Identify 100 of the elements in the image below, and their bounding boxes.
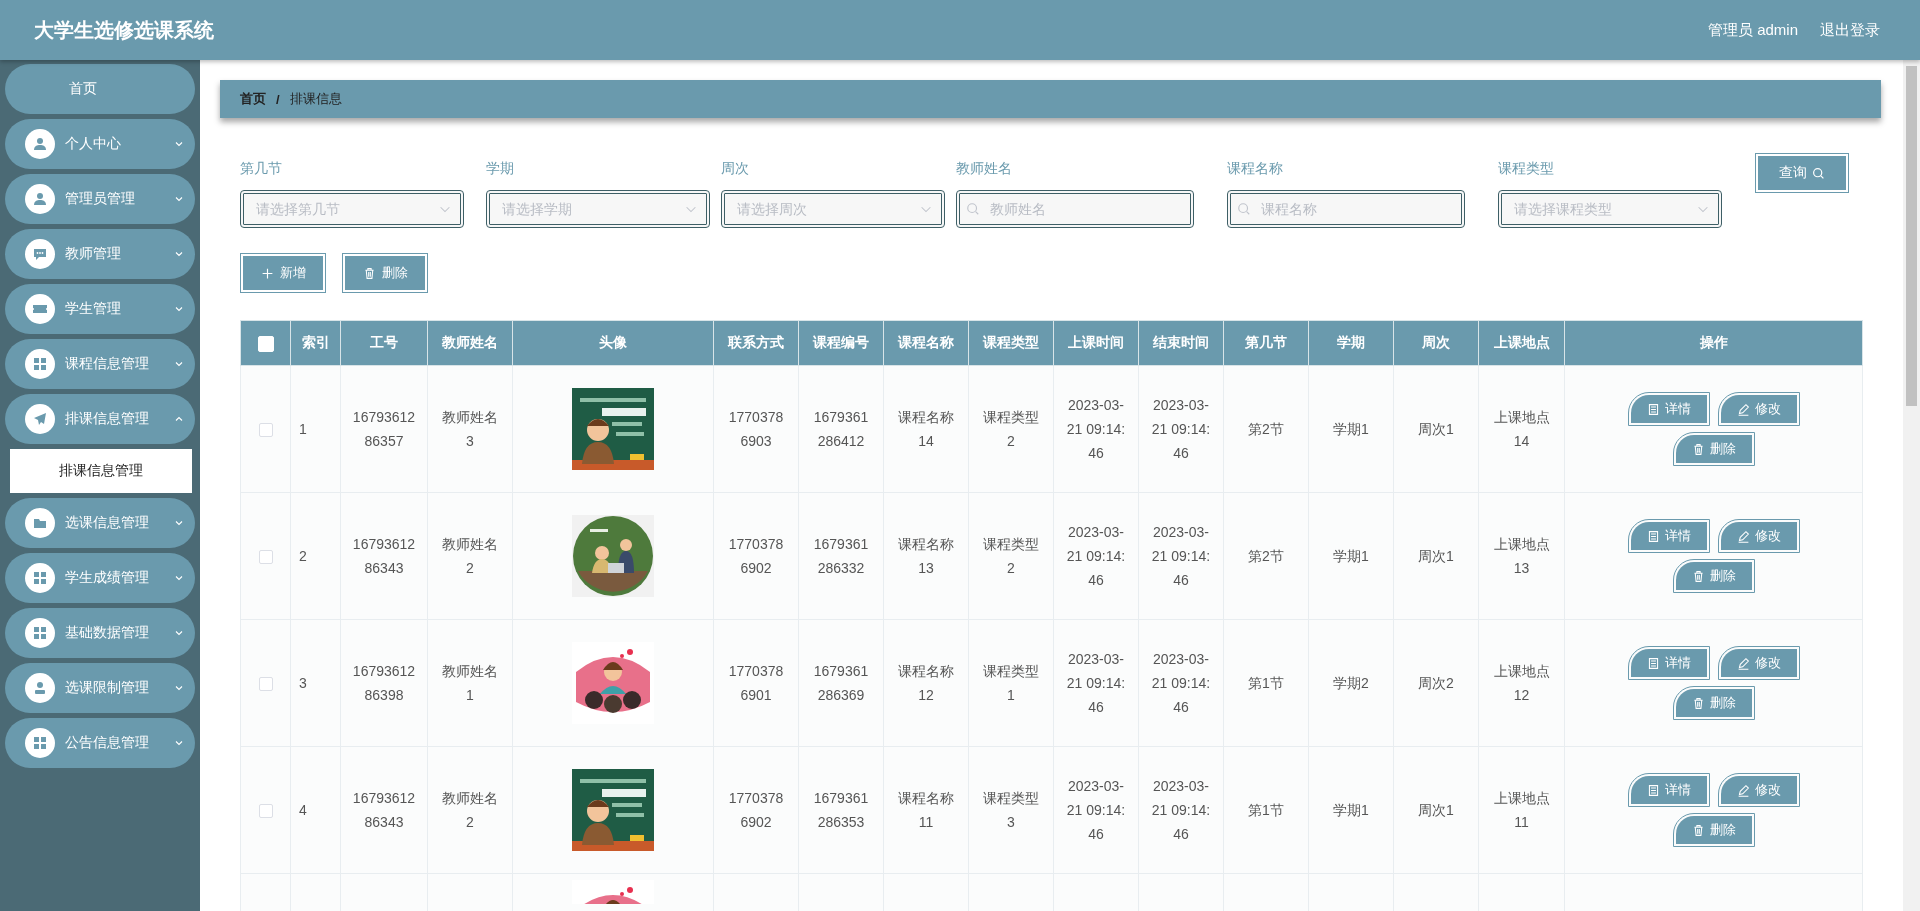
grid-icon bbox=[32, 735, 48, 751]
table-cell: 课程名称12 bbox=[883, 619, 969, 747]
table-cell: 学期2 bbox=[1308, 619, 1394, 747]
sidebar-item[interactable]: 个人中心 bbox=[5, 119, 195, 169]
table-cell: 教师姓名1 bbox=[427, 619, 513, 747]
column-header: 周次 bbox=[1393, 320, 1479, 366]
user-label: 管理员 admin bbox=[1707, 20, 1798, 40]
select-all-checkbox[interactable] bbox=[257, 335, 274, 352]
grid-icon bbox=[32, 625, 48, 641]
select-field[interactable]: 请选择第几节 bbox=[240, 190, 464, 228]
grid-icon bbox=[32, 570, 48, 586]
search-icon bbox=[1812, 166, 1825, 180]
table-cell: 课程类型2 bbox=[968, 365, 1054, 493]
table-cell: 课程名称14 bbox=[883, 365, 969, 493]
table-cell: 学期1 bbox=[1308, 365, 1394, 493]
search-icon bbox=[1237, 202, 1251, 216]
document-icon bbox=[1646, 656, 1660, 670]
search-field[interactable]: 教师姓名 bbox=[956, 190, 1194, 228]
column-header: 操作 bbox=[1564, 320, 1863, 366]
column-header: 结束时间 bbox=[1138, 320, 1224, 366]
sidebar-item[interactable]: 学生成绩管理 bbox=[5, 553, 195, 603]
breadcrumb-item[interactable]: 首页 bbox=[240, 90, 266, 108]
sidebar-item[interactable]: 学生管理 bbox=[5, 284, 195, 334]
table-cell: 1679361286332 bbox=[798, 492, 884, 620]
table-cell: 教师姓名3 bbox=[427, 365, 513, 493]
table-cell: 周次1 bbox=[1393, 492, 1479, 620]
query-button[interactable]: 查询 bbox=[1758, 156, 1846, 190]
delete-button[interactable]: 删除 bbox=[345, 256, 425, 290]
table-cell: 2023-03-21 09:14:46 bbox=[1053, 365, 1139, 493]
table-cell: 1 bbox=[290, 365, 341, 493]
row-checkbox[interactable] bbox=[258, 423, 273, 438]
table-cell: 第2节 bbox=[1223, 492, 1309, 620]
table-cell: 学期1 bbox=[1308, 746, 1394, 874]
column-header: 课程编号 bbox=[798, 320, 884, 366]
select-field[interactable]: 请选择周次 bbox=[721, 190, 945, 228]
edit-button[interactable]: 修改 bbox=[1720, 776, 1797, 804]
sidebar-item[interactable]: 选课信息管理 bbox=[5, 498, 195, 548]
table-cell: 第1节 bbox=[1223, 619, 1309, 747]
sidebar-item[interactable]: 公告信息管理 bbox=[5, 718, 195, 768]
breadcrumb-item: 排课信息 bbox=[289, 90, 342, 108]
table-cell: 2023-03-21 09:14:46 bbox=[1053, 746, 1139, 874]
trash-icon bbox=[1691, 823, 1705, 837]
table-cell: 周次1 bbox=[1393, 365, 1479, 493]
filter-label: 教师姓名 bbox=[956, 160, 1013, 178]
sidebar-item[interactable]: 教师管理 bbox=[5, 229, 195, 279]
row-checkbox[interactable] bbox=[258, 677, 273, 692]
column-header: 学期 bbox=[1308, 320, 1394, 366]
column-header: 第几节 bbox=[1223, 320, 1309, 366]
select-field[interactable]: 请选择课程类型 bbox=[1498, 190, 1722, 228]
table-cell: 2023-03-21 09:14:46 bbox=[1138, 619, 1224, 747]
table-cell: 上课地点12 bbox=[1478, 619, 1565, 747]
table-cell: 2023-03-21 09:14:46 bbox=[1138, 365, 1224, 493]
scrollbar-thumb[interactable] bbox=[1906, 66, 1917, 406]
table-cell: 上课地点13 bbox=[1478, 492, 1565, 620]
delete-button[interactable]: 删除 bbox=[1675, 816, 1752, 844]
table-cell: 4 bbox=[290, 746, 341, 874]
scrollbar[interactable] bbox=[1903, 60, 1920, 911]
edit-button[interactable]: 修改 bbox=[1720, 649, 1797, 677]
table-cell: 2 bbox=[290, 492, 341, 620]
sidebar-item[interactable]: 管理员管理 bbox=[5, 174, 195, 224]
document-icon bbox=[1646, 783, 1660, 797]
details-button[interactable]: 详情 bbox=[1630, 395, 1707, 423]
edit-button[interactable]: 修改 bbox=[1720, 395, 1797, 423]
logout-link[interactable]: 退出登录 bbox=[1820, 20, 1880, 40]
search-field[interactable]: 课程名称 bbox=[1227, 190, 1465, 228]
select-field[interactable]: 请选择学期 bbox=[486, 190, 710, 228]
add-button[interactable]: 新增 bbox=[243, 256, 323, 290]
details-button[interactable]: 详情 bbox=[1630, 522, 1707, 550]
delete-button[interactable]: 删除 bbox=[1675, 689, 1752, 717]
table-cell: 课程类型2 bbox=[968, 492, 1054, 620]
person-icon bbox=[32, 136, 48, 152]
sidebar-item[interactable]: 选课限制管理 bbox=[5, 663, 195, 713]
pencil-icon bbox=[1736, 529, 1750, 543]
row-checkbox[interactable] bbox=[258, 804, 273, 819]
table-cell: 教师姓名2 bbox=[427, 492, 513, 620]
edit-button[interactable]: 修改 bbox=[1720, 522, 1797, 550]
column-header: 课程类型 bbox=[968, 320, 1054, 366]
sidebar-item[interactable]: 首页 bbox=[5, 64, 195, 114]
table-cell: 1679361286343 bbox=[340, 492, 428, 620]
filter-label: 学期 bbox=[486, 160, 515, 178]
sidebar-item[interactable]: 课程信息管理 bbox=[5, 339, 195, 389]
person-icon bbox=[32, 191, 48, 207]
table-cell: 1679361286353 bbox=[798, 746, 884, 874]
column-header: 教师姓名 bbox=[427, 320, 513, 366]
submenu-item[interactable]: 排课信息管理 bbox=[10, 449, 192, 493]
trash-icon bbox=[1691, 569, 1705, 583]
details-button[interactable]: 详情 bbox=[1630, 776, 1707, 804]
filter-label: 第几节 bbox=[240, 160, 283, 178]
table-cell: 17703786903 bbox=[713, 365, 799, 493]
column-header: 上课时间 bbox=[1053, 320, 1139, 366]
table-cell: 上课地点11 bbox=[1478, 746, 1565, 874]
row-checkbox[interactable] bbox=[258, 550, 273, 565]
filter-label: 课程名称 bbox=[1227, 160, 1284, 178]
delete-button[interactable]: 删除 bbox=[1675, 562, 1752, 590]
sidebar-item[interactable]: 基础数据管理 bbox=[5, 608, 195, 658]
table-cell: 1679361286369 bbox=[798, 619, 884, 747]
delete-button[interactable]: 删除 bbox=[1675, 435, 1752, 463]
sidebar-item[interactable]: 排课信息管理 bbox=[5, 394, 195, 444]
column-header: 联系方式 bbox=[713, 320, 799, 366]
details-button[interactable]: 详情 bbox=[1630, 649, 1707, 677]
